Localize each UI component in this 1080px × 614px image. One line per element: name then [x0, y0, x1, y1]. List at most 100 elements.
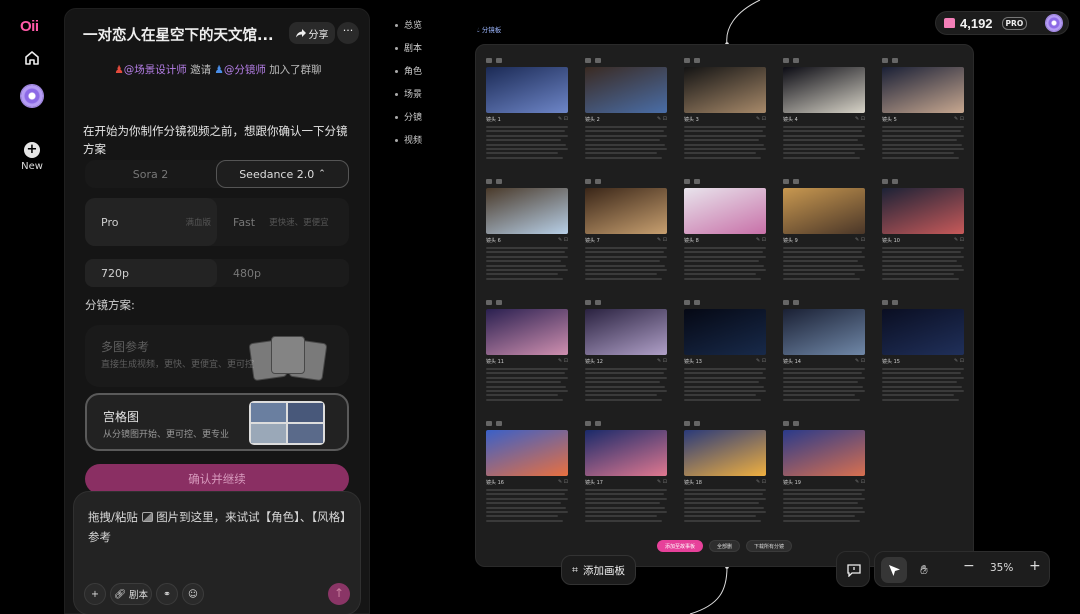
- shot-description: [882, 368, 964, 401]
- shot-card[interactable]: 镜头 18 ✎ ⊡: [684, 419, 766, 524]
- shot-card[interactable]: 镜头 5 ✎ ⊡: [882, 56, 964, 161]
- shot-image[interactable]: [684, 309, 766, 355]
- download-all-button[interactable]: 下载所有分镜: [746, 540, 793, 552]
- shot-tools: [783, 298, 865, 306]
- edit-icon[interactable]: ✎ ⊡: [855, 358, 865, 365]
- shot-image[interactable]: [882, 309, 964, 355]
- shot-tools: [585, 298, 667, 306]
- shot-description: [486, 247, 568, 280]
- shot-card[interactable]: 镜头 17 ✎ ⊡: [585, 419, 667, 524]
- shot-description: [684, 368, 766, 401]
- shot-image[interactable]: [486, 67, 568, 113]
- board-actions: 添加至故事板 全部删 下载所有分镜: [657, 540, 793, 552]
- shot-label: 镜头 5: [882, 117, 897, 123]
- edit-icon[interactable]: ✎ ⊡: [855, 116, 865, 123]
- shot-description: [684, 489, 766, 522]
- shot-card[interactable]: 镜头 19 ✎ ⊡: [783, 419, 865, 524]
- shot-description: [585, 126, 667, 159]
- edit-icon[interactable]: ✎ ⊡: [756, 479, 766, 486]
- shot-image[interactable]: [585, 188, 667, 234]
- shot-card[interactable]: 镜头 11 ✎ ⊡: [486, 298, 568, 403]
- hand-icon[interactable]: ✋︎: [911, 557, 937, 583]
- shot-image[interactable]: [783, 67, 865, 113]
- edit-icon[interactable]: ✎ ⊡: [756, 116, 766, 123]
- shot-tools: [486, 177, 568, 185]
- shot-image[interactable]: [585, 430, 667, 476]
- shot-card[interactable]: 镜头 7 ✎ ⊡: [585, 177, 667, 282]
- shot-card[interactable]: 镜头 2 ✎ ⊡: [585, 56, 667, 161]
- edit-icon[interactable]: ✎ ⊡: [558, 237, 568, 244]
- shot-tools: [585, 56, 667, 64]
- shot-image[interactable]: [783, 430, 865, 476]
- shot-description: [486, 489, 568, 522]
- shot-card[interactable]: 镜头 9 ✎ ⊡: [783, 177, 865, 282]
- shot-tools: [783, 56, 865, 64]
- shot-image[interactable]: [486, 188, 568, 234]
- comment-icon[interactable]: [841, 557, 867, 583]
- edit-icon[interactable]: ✎ ⊡: [558, 479, 568, 486]
- shot-label: 镜头 18: [684, 480, 702, 486]
- edit-icon[interactable]: ✎ ⊡: [954, 358, 964, 365]
- edit-icon[interactable]: ✎ ⊡: [756, 358, 766, 365]
- shot-label: 镜头 1: [486, 117, 501, 123]
- shot-card[interactable]: 镜头 12 ✎ ⊡: [585, 298, 667, 403]
- credits-value: 4,192: [960, 15, 993, 31]
- shot-card[interactable]: 镜头 3 ✎ ⊡: [684, 56, 766, 161]
- shot-image[interactable]: [783, 188, 865, 234]
- shot-label: 镜头 14: [783, 359, 801, 365]
- zoom-in-button[interactable]: +: [1029, 558, 1041, 574]
- frame-icon: ⌗: [572, 563, 578, 576]
- shot-card[interactable]: 镜头 15 ✎ ⊡: [882, 298, 964, 403]
- shot-image[interactable]: [882, 188, 964, 234]
- edit-icon[interactable]: ✎ ⊡: [657, 479, 667, 486]
- shot-card[interactable]: 镜头 10 ✎ ⊡: [882, 177, 964, 282]
- edit-icon[interactable]: ✎ ⊡: [855, 479, 865, 486]
- edit-icon[interactable]: ✎ ⊡: [657, 116, 667, 123]
- shot-card[interactable]: 镜头 8 ✎ ⊡: [684, 177, 766, 282]
- edit-icon[interactable]: ✎ ⊡: [954, 237, 964, 244]
- shot-card[interactable]: 镜头 16 ✎ ⊡: [486, 419, 568, 524]
- shot-card[interactable]: 镜头 13 ✎ ⊡: [684, 298, 766, 403]
- edit-icon[interactable]: ✎ ⊡: [657, 237, 667, 244]
- shot-label: 镜头 9: [783, 238, 798, 244]
- shot-label: 镜头 10: [882, 238, 900, 244]
- shot-description: [783, 126, 865, 159]
- shot-card[interactable]: 镜头 14 ✎ ⊡: [783, 298, 865, 403]
- edit-icon[interactable]: ✎ ⊡: [558, 358, 568, 365]
- shot-label: 镜头 4: [783, 117, 798, 123]
- shot-tools: [684, 177, 766, 185]
- shot-card[interactable]: 镜头 6 ✎ ⊡: [486, 177, 568, 282]
- shot-card[interactable]: 镜头 1 ✎ ⊡: [486, 56, 568, 161]
- edit-icon[interactable]: ✎ ⊡: [855, 237, 865, 244]
- shot-image[interactable]: [486, 430, 568, 476]
- add-to-storyboard-button[interactable]: 添加至故事板: [657, 540, 704, 552]
- credits-display[interactable]: 4,192 PRO: [935, 11, 1069, 35]
- shot-image[interactable]: [684, 67, 766, 113]
- shot-description: [486, 368, 568, 401]
- shot-tools: [783, 177, 865, 185]
- delete-all-button[interactable]: 全部删: [709, 540, 741, 552]
- pointer-icon[interactable]: [881, 557, 907, 583]
- shot-image[interactable]: [882, 67, 964, 113]
- board-tag-label: 分镜板: [481, 26, 502, 34]
- zoom-out-button[interactable]: −: [963, 558, 975, 574]
- edit-icon[interactable]: ✎ ⊡: [558, 116, 568, 123]
- shot-label: 镜头 17: [585, 480, 603, 486]
- edit-icon[interactable]: ✎ ⊡: [954, 116, 964, 123]
- shot-image[interactable]: [684, 430, 766, 476]
- shot-description: [783, 489, 865, 522]
- cake-icon: [944, 18, 955, 28]
- zoom-level: 35%: [990, 562, 1014, 574]
- shot-card[interactable]: 镜头 4 ✎ ⊡: [783, 56, 865, 161]
- shot-label: 镜头 7: [585, 238, 600, 244]
- shot-image[interactable]: [585, 309, 667, 355]
- shot-image[interactable]: [684, 188, 766, 234]
- user-avatar[interactable]: [1046, 15, 1063, 31]
- edit-icon[interactable]: ✎ ⊡: [756, 237, 766, 244]
- shot-tools: [585, 419, 667, 427]
- shot-image[interactable]: [486, 309, 568, 355]
- edit-icon[interactable]: ✎ ⊡: [657, 358, 667, 365]
- shot-image[interactable]: [783, 309, 865, 355]
- shot-image[interactable]: [585, 67, 667, 113]
- add-board-button[interactable]: ⌗ 添加画板: [561, 555, 636, 585]
